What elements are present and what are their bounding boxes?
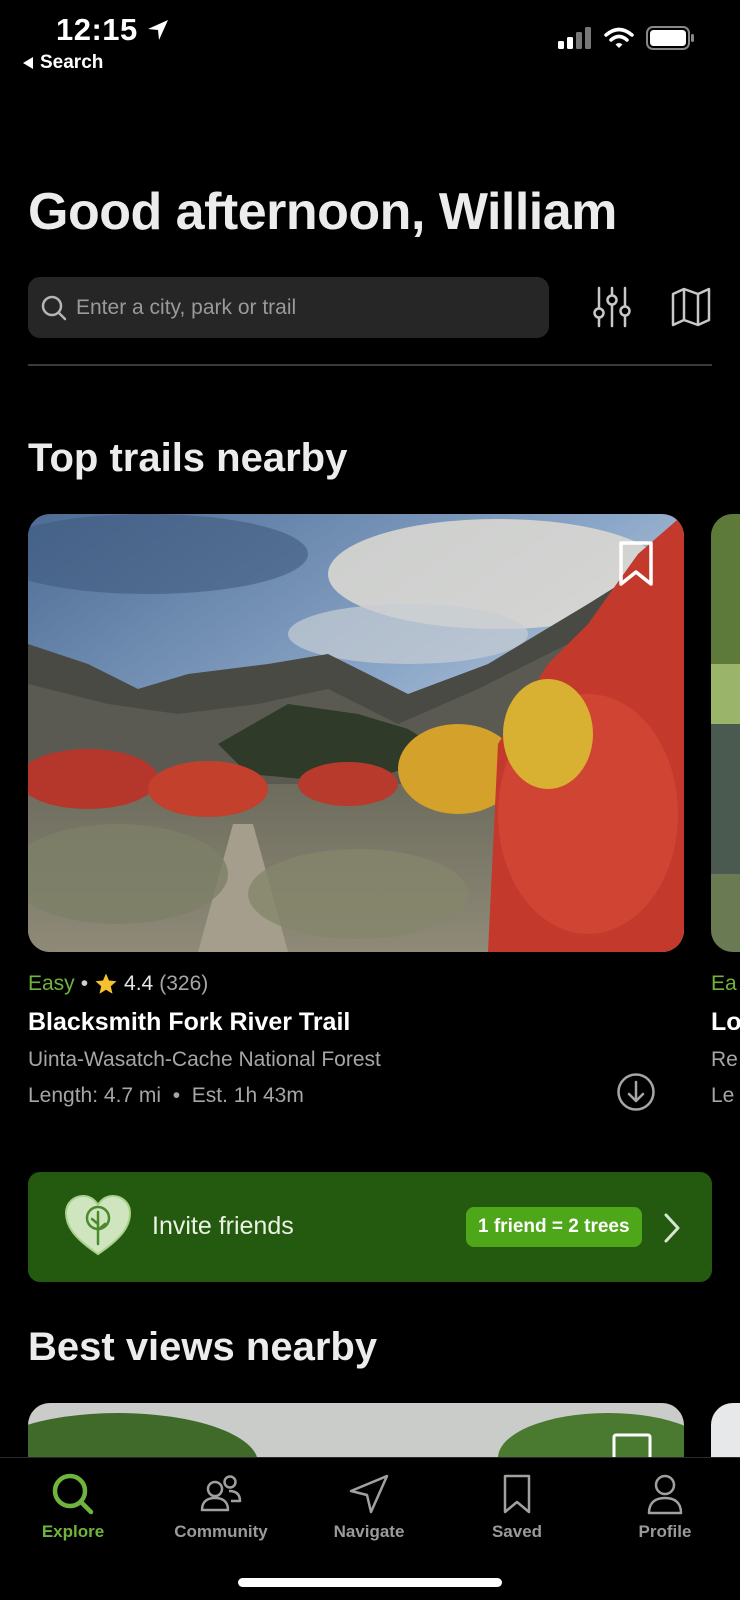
trail-card-image[interactable] bbox=[28, 514, 684, 952]
invite-reward-badge: 1 friend = 2 trees bbox=[466, 1207, 642, 1247]
trail-rating: 4.4 bbox=[124, 972, 154, 995]
invite-friends-label: Invite friends bbox=[152, 1212, 294, 1240]
top-trails-title: Top trails nearby bbox=[28, 436, 348, 480]
profile-icon bbox=[647, 1474, 683, 1515]
tab-navigate[interactable]: Navigate bbox=[309, 1472, 429, 1542]
greeting-title: Good afternoon, William bbox=[28, 183, 617, 241]
download-trail-button[interactable] bbox=[616, 1072, 656, 1112]
tab-community[interactable]: Community bbox=[161, 1472, 281, 1542]
search-icon bbox=[41, 295, 67, 320]
next-trail-photo bbox=[711, 514, 740, 952]
tab-saved-label: Saved bbox=[491, 1522, 543, 1541]
next-trail-stats: Le bbox=[711, 1084, 735, 1107]
search-icon bbox=[52, 1473, 94, 1515]
trail-photo bbox=[28, 514, 684, 952]
trail-review-count: (326) bbox=[159, 972, 209, 995]
trail-location: Uinta-Wasatch-Cache National Forest bbox=[28, 1048, 381, 1071]
next-trail-name[interactable]: Lo bbox=[711, 1008, 740, 1037]
tab-navigate-label: Navigate bbox=[333, 1522, 405, 1541]
battery-icon bbox=[646, 26, 694, 50]
best-views-title: Best views nearby bbox=[28, 1325, 378, 1369]
signal-icon bbox=[558, 27, 591, 49]
search-placeholder: Enter a city, park or trail bbox=[76, 295, 297, 319]
status-time-text: 12:15 bbox=[56, 12, 138, 47]
tab-profile-label: Profile bbox=[638, 1522, 692, 1541]
home-indicator bbox=[238, 1578, 502, 1587]
bookmark-icon bbox=[503, 1474, 531, 1514]
download-icon bbox=[617, 1073, 655, 1111]
chevron-right-icon bbox=[662, 1212, 682, 1244]
back-triangle-icon bbox=[23, 57, 33, 69]
community-icon bbox=[200, 1475, 242, 1512]
heart-tree-icon bbox=[64, 1194, 132, 1258]
map-button[interactable] bbox=[670, 286, 712, 328]
wifi-icon bbox=[604, 27, 634, 48]
invite-friends-banner[interactable]: Invite friends 1 friend = 2 trees bbox=[28, 1172, 712, 1282]
tab-community-label: Community bbox=[174, 1522, 268, 1541]
map-icon bbox=[671, 287, 711, 327]
trail-stats: Length: 4.7 mi • Est. 1h 43m bbox=[28, 1084, 304, 1107]
filter-button[interactable] bbox=[592, 286, 632, 328]
star-icon bbox=[95, 973, 117, 994]
status-time: 12:15 bbox=[56, 12, 170, 48]
next-trail-card-image[interactable] bbox=[711, 514, 740, 952]
trail-meta: Easy • 4.4 (326) bbox=[28, 972, 208, 996]
meta-separator: • bbox=[80, 972, 89, 995]
next-trail-location: Re bbox=[711, 1048, 738, 1071]
sliders-icon bbox=[593, 286, 631, 328]
tab-explore-label: Explore bbox=[41, 1522, 105, 1541]
tab-profile[interactable]: Profile bbox=[605, 1472, 725, 1542]
save-trail-button[interactable] bbox=[617, 540, 655, 588]
trail-name[interactable]: Blacksmith Fork River Trail bbox=[28, 1008, 350, 1037]
back-search-label: Search bbox=[40, 52, 104, 73]
trail-difficulty: Easy bbox=[28, 972, 75, 995]
location-arrow-icon bbox=[147, 20, 168, 40]
tab-saved[interactable]: Saved bbox=[457, 1472, 577, 1542]
search-input[interactable]: Enter a city, park or trail bbox=[28, 277, 549, 338]
tab-explore[interactable]: Explore bbox=[13, 1472, 133, 1542]
back-to-search-button[interactable]: Search bbox=[22, 52, 103, 74]
next-trail-difficulty: Ea bbox=[711, 972, 737, 995]
status-indicators bbox=[558, 26, 694, 50]
bookmark-icon bbox=[619, 541, 653, 586]
navigate-icon bbox=[349, 1474, 389, 1514]
header-divider bbox=[28, 364, 712, 366]
